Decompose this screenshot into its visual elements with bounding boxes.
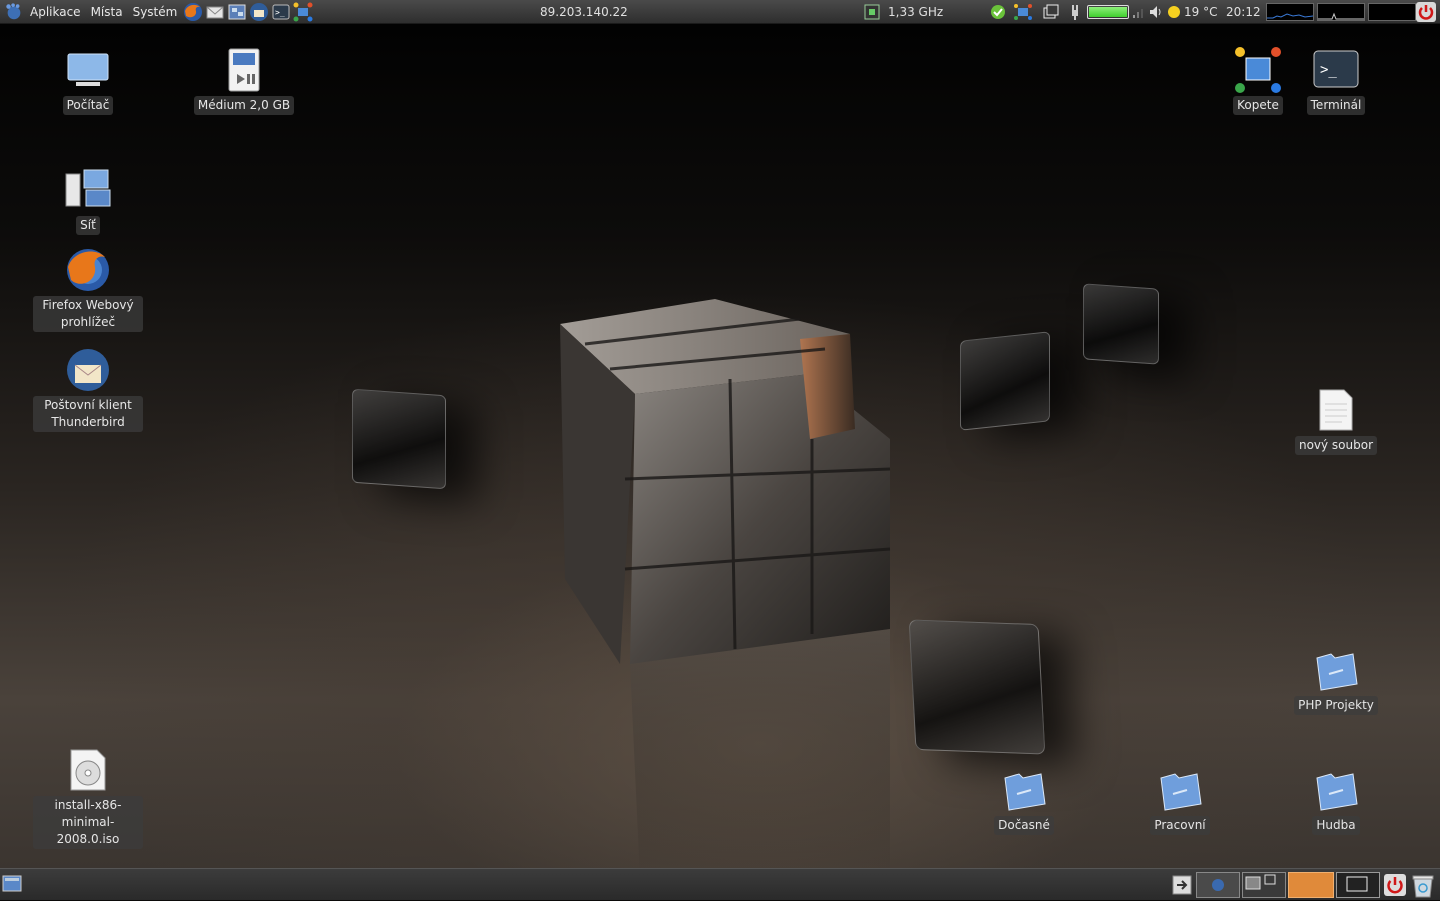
desktop-icon-label: Médium 2,0 GB: [193, 96, 295, 115]
bottom-panel: [0, 868, 1440, 900]
desktop-icon-computer[interactable]: Počítač: [33, 46, 143, 115]
window-list-icon[interactable]: [1043, 4, 1059, 20]
show-desktop-icon[interactable]: [2, 874, 24, 894]
volume-icon[interactable]: [1148, 4, 1164, 20]
thunderbird-icon[interactable]: [249, 2, 269, 22]
update-icon[interactable]: [990, 4, 1006, 20]
wallpaper-small-cube: [1083, 283, 1159, 365]
gnome-foot-icon[interactable]: [4, 2, 24, 22]
menu-system[interactable]: Systém: [128, 5, 183, 19]
desktop-icon-label: Dočasné: [994, 816, 1054, 835]
media-player-icon: [220, 46, 268, 94]
folder-icon: [1156, 766, 1204, 814]
desktop-icon-firefox[interactable]: Firefox Webový prohlížeč: [33, 246, 143, 332]
workspace-1[interactable]: [1196, 872, 1240, 898]
mail-icon[interactable]: [205, 2, 225, 22]
firefox-icon: [64, 246, 112, 294]
computer-icon: [64, 46, 112, 94]
terminal-icon: >_: [1312, 46, 1360, 94]
svg-text:>_: >_: [275, 8, 285, 17]
desktop-icon-label: nový soubor: [1294, 436, 1378, 455]
desktop-icon-iso[interactable]: install-x86-minimal-2008.0.iso: [33, 746, 143, 849]
desktop-icon-label: Pracovní: [1150, 816, 1210, 835]
terminal-icon[interactable]: >_: [271, 2, 291, 22]
desktop-icon-label: Terminál: [1306, 96, 1366, 115]
desktop-icon-medium[interactable]: Médium 2,0 GB: [189, 46, 299, 115]
quit-session-icon[interactable]: [1172, 875, 1192, 895]
battery-level: [1089, 7, 1127, 17]
desktop-icon-label: Poštovní klient Thunderbird: [33, 396, 143, 432]
desktop-icon-network[interactable]: Síť: [33, 166, 143, 235]
svg-text:>_: >_: [1320, 62, 1337, 78]
folder-icon: [1312, 646, 1360, 694]
desktop-icon-work-folder[interactable]: Pracovní: [1125, 766, 1235, 835]
thunderbird-icon: [64, 346, 112, 394]
clock[interactable]: 20:12: [1226, 5, 1261, 19]
trash-icon[interactable]: [1410, 872, 1436, 898]
kopete-icon: [1234, 46, 1282, 94]
folder-icon: [1000, 766, 1048, 814]
desktop-icon-music-folder[interactable]: Hudba: [1281, 766, 1391, 835]
wallpaper-small-cube: [908, 619, 1046, 755]
desktop-icon-new-file[interactable]: nový soubor: [1281, 386, 1391, 455]
desktop-icon-label: Firefox Webový prohlížeč: [33, 296, 143, 332]
text-file-icon: [1312, 386, 1360, 434]
desktop-icon-label: Síť: [76, 216, 100, 235]
shutdown-icon[interactable]: [1416, 2, 1436, 22]
battery-icon: [1087, 5, 1129, 19]
folder-icon: [1312, 766, 1360, 814]
desktop-icon-temp-folder[interactable]: Dočasné: [969, 766, 1079, 835]
desktop-icon-label: Počítač: [62, 96, 114, 115]
network-servers-icon: [64, 166, 112, 214]
cpu-load-graph[interactable]: [1266, 3, 1314, 21]
memory-graph[interactable]: [1317, 3, 1365, 21]
top-panel: Aplikace Místa Systém >_ 89.203.140.22 1…: [0, 0, 1440, 24]
firefox-icon[interactable]: [183, 2, 203, 22]
menu-places[interactable]: Místa: [86, 5, 128, 19]
workspace-3-active[interactable]: [1288, 872, 1334, 898]
signal-icon: [1133, 6, 1145, 18]
ip-address: 89.203.140.22: [540, 5, 628, 19]
desktop-icon-label: Hudba: [1312, 816, 1360, 835]
desktop-icon-php-folder[interactable]: PHP Projekty: [1281, 646, 1391, 715]
cpu-freq: 1,33 GHz: [888, 5, 944, 19]
power-plug-icon: [1068, 4, 1082, 20]
network-icon[interactable]: [293, 2, 313, 22]
desktop-icon-label: PHP Projekty: [1294, 696, 1378, 715]
workspace-2[interactable]: [1242, 872, 1286, 898]
wallpaper-cube-art: [560, 299, 891, 868]
desktop-icon-thunderbird[interactable]: Poštovní klient Thunderbird: [33, 346, 143, 432]
wallpaper-small-cube: [960, 331, 1050, 431]
desktop-icon-label: Kopete: [1233, 96, 1283, 115]
network-graph[interactable]: [1368, 3, 1416, 21]
weather-temperature[interactable]: 19 °C: [1184, 5, 1217, 19]
desktop-icon-label: install-x86-minimal-2008.0.iso: [33, 796, 143, 849]
screenshot-icon[interactable]: [227, 2, 247, 22]
desktop-wallpaper: [0, 24, 1440, 868]
workspace-4[interactable]: [1336, 872, 1380, 898]
desktop-icon-terminal[interactable]: >_ Terminál: [1281, 46, 1391, 115]
weather-sun-icon[interactable]: [1167, 5, 1181, 19]
shutdown-icon[interactable]: [1384, 874, 1406, 896]
cpu-freq-icon: [862, 3, 882, 21]
network-tray-icon[interactable]: [1013, 3, 1033, 21]
menu-applications[interactable]: Aplikace: [25, 5, 86, 19]
wallpaper-small-cube: [352, 388, 446, 490]
disc-image-icon: [64, 746, 112, 794]
